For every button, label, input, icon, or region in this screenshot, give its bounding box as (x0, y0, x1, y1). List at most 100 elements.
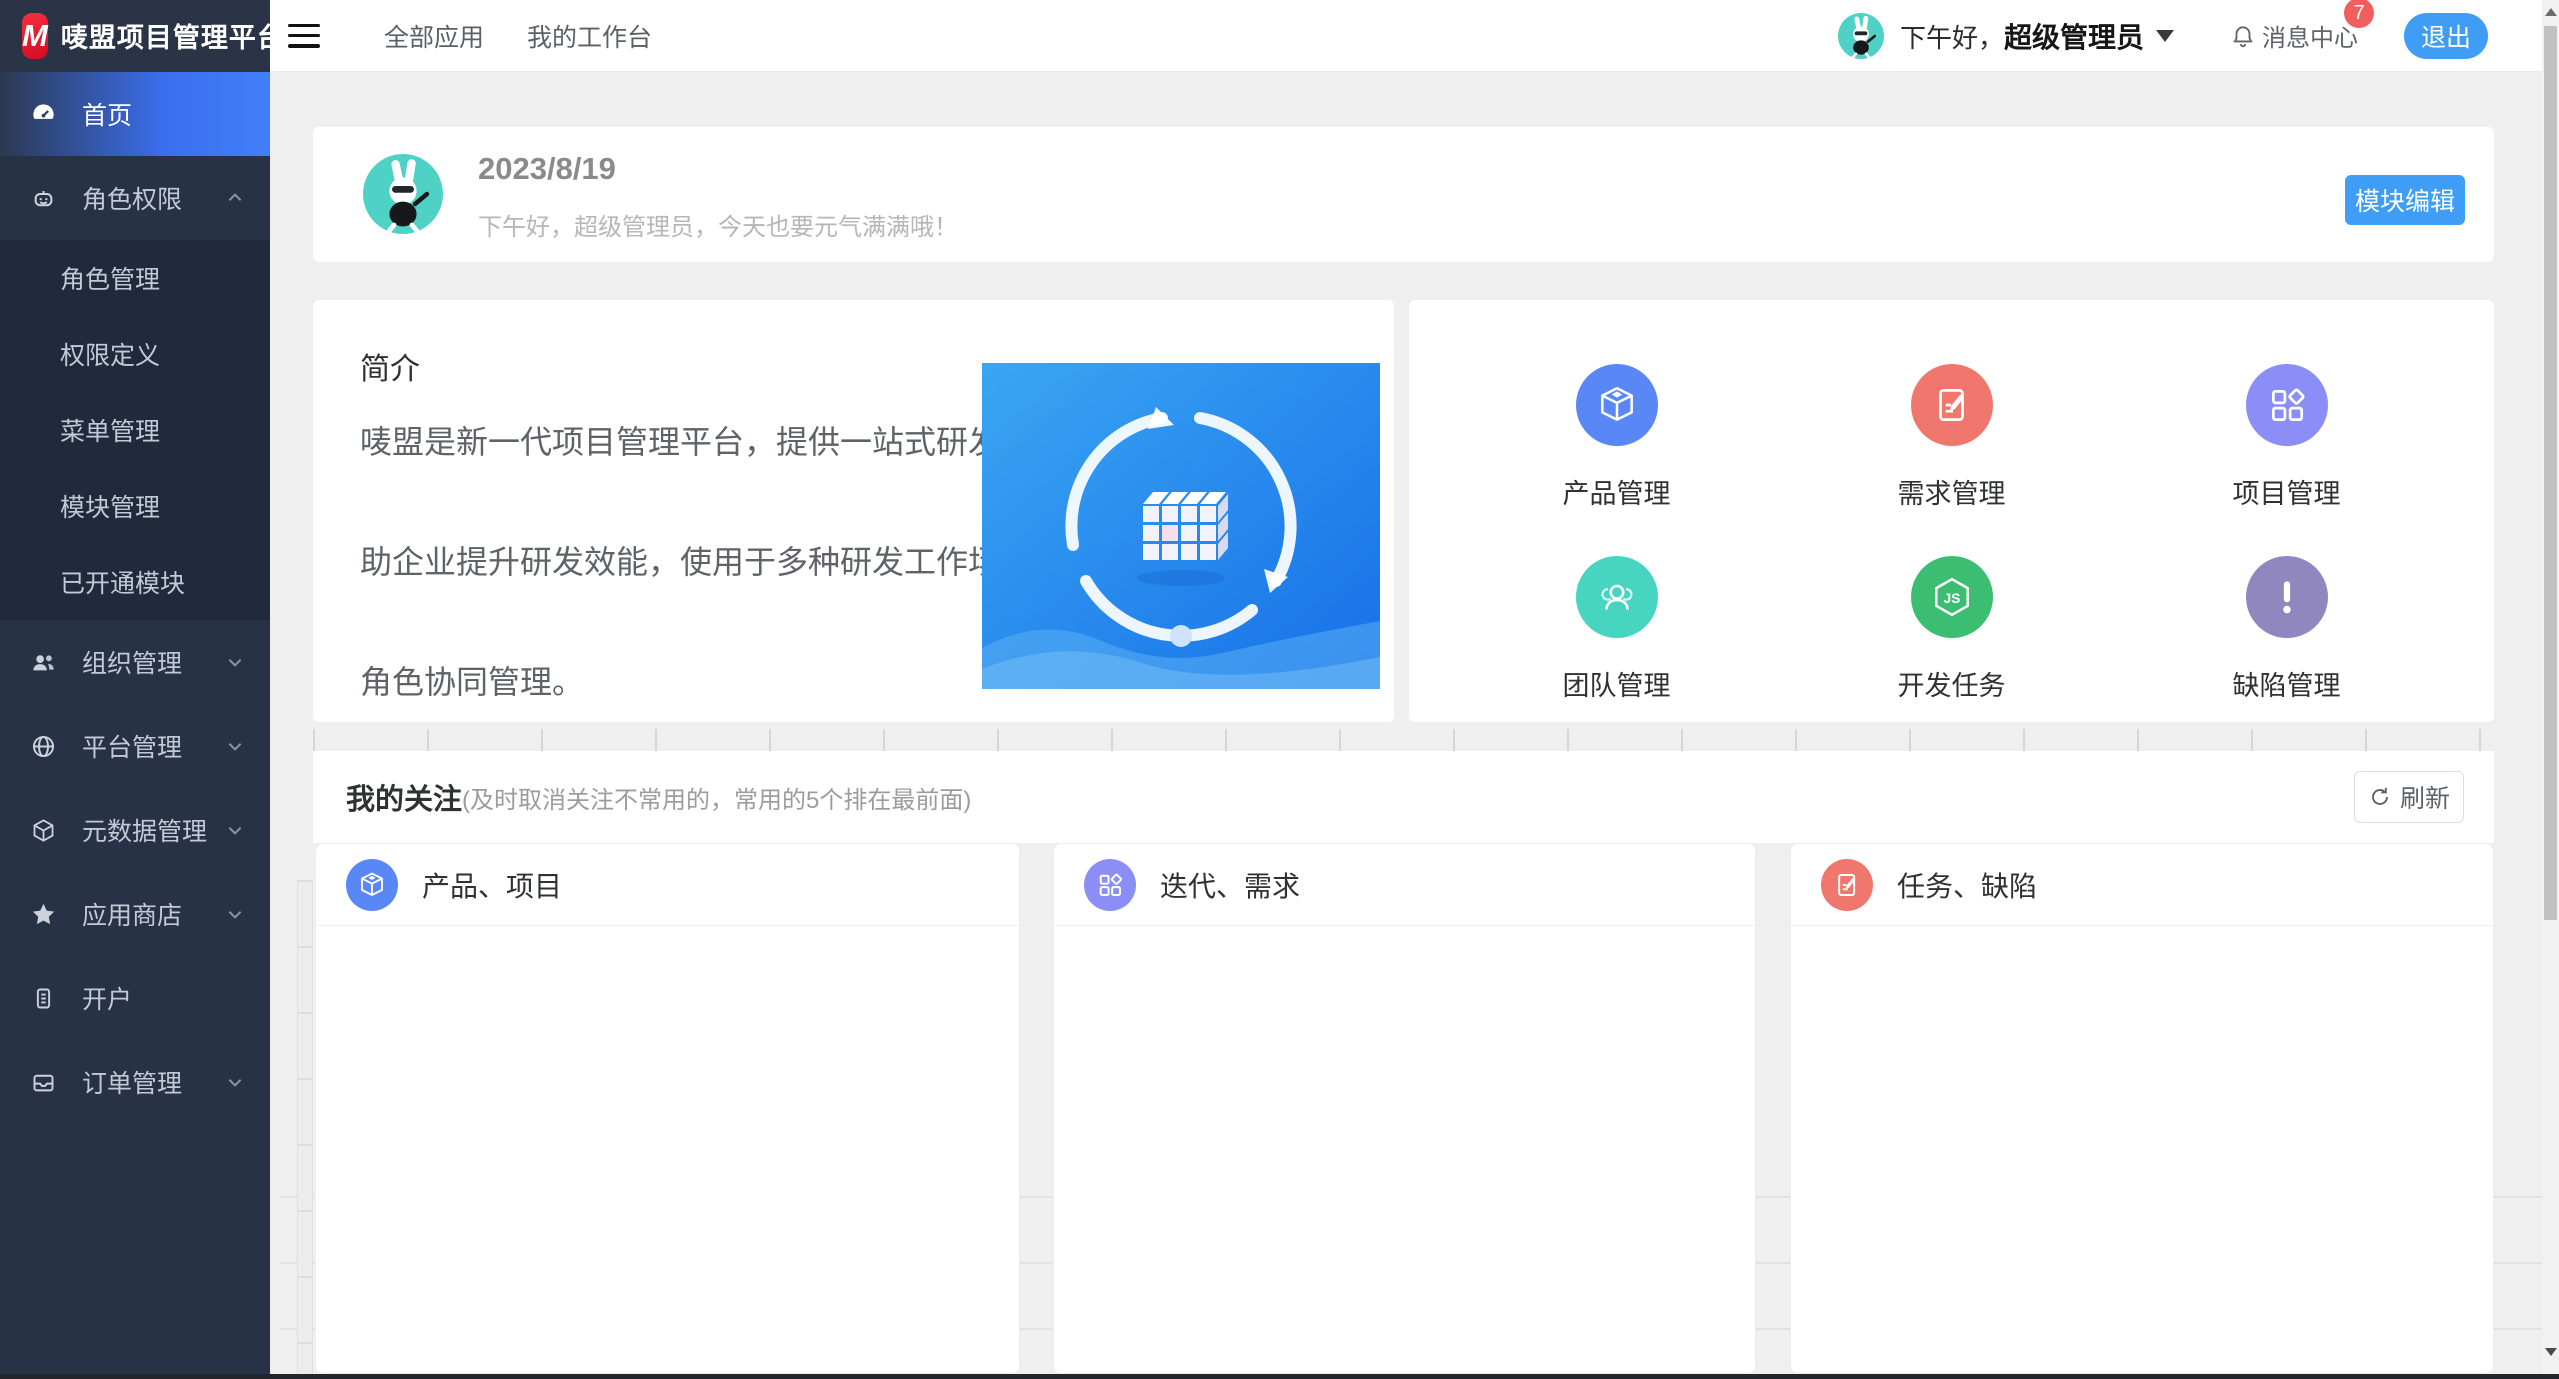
product-cube-icon (357, 870, 387, 900)
exclamation-icon (2265, 575, 2309, 619)
sidebar-item-home[interactable]: 首页 (0, 72, 270, 156)
sidebar-subitem-menu-management[interactable]: 菜单管理 (0, 392, 270, 468)
sidebar-label: 元数据管理 (82, 812, 207, 848)
sidebar-item-platform[interactable]: 平台管理 (0, 704, 270, 788)
vertical-scrollbar[interactable] (2542, 0, 2559, 1374)
username: 超级管理员 (2004, 22, 2144, 53)
sidebar-item-metadata[interactable]: 元数据管理 (0, 788, 270, 872)
sidebar-subitem-opened-modules[interactable]: 已开通模块 (0, 544, 270, 620)
sidebar: 首页 角色权限 角色管理 权限定义 菜单管理 模块管理 已开通模块 组织管理 (0, 72, 270, 1374)
module-project-management[interactable]: 项目管理 (2233, 364, 2341, 530)
intro-illustration (982, 363, 1380, 689)
ledger-icon (30, 985, 57, 1012)
menu-toggle-icon[interactable] (288, 24, 320, 48)
edit-doc-icon (1832, 870, 1862, 900)
sidebar-item-role-permissions[interactable]: 角色权限 (0, 156, 270, 240)
follow-card-iterations-requirements[interactable]: 迭代、需求 (1053, 843, 1756, 1374)
follow-card-title: 任务、缺陷 (1897, 865, 2037, 905)
refresh-label: 刷新 (2400, 779, 2450, 815)
background-grid-strip (297, 880, 313, 1374)
module-label: 产品管理 (1563, 472, 1671, 511)
user-avatar[interactable] (1838, 13, 1884, 59)
welcome-message: 下午好，超级管理员，今天也要元气满满哦！ (478, 207, 958, 242)
intro-card: 简介 唛盟是新一代项目管理平台，提供一站式研发协作工具，帮助企业提升研发效能，使… (313, 300, 1394, 722)
grid-icon (2265, 383, 2309, 427)
module-label: 团队管理 (1563, 664, 1671, 703)
refresh-icon (2368, 785, 2392, 809)
app-title: 唛盟项目管理平台 (61, 16, 285, 55)
svg-text:JS: JS (1943, 591, 1960, 606)
message-center-button[interactable]: 消息中心 7 (2230, 18, 2358, 53)
refresh-button[interactable]: 刷新 (2354, 771, 2464, 823)
app-logo-icon: M (22, 13, 48, 59)
chevron-down-icon (226, 905, 244, 923)
follow-card-header: 迭代、需求 (1054, 844, 1755, 926)
globe-icon (30, 733, 57, 760)
follow-card-header: 任务、缺陷 (1791, 844, 2493, 926)
sidebar-subitem-module-management[interactable]: 模块管理 (0, 468, 270, 544)
users-icon (30, 649, 57, 676)
module-defect-management[interactable]: 缺陷管理 (2233, 556, 2341, 722)
star-icon (30, 901, 57, 928)
cube-icon (30, 817, 57, 844)
follow-card-title: 迭代、需求 (1160, 865, 1300, 905)
welcome-card: 2023/8/19 下午好，超级管理员，今天也要元气满满哦！ 模块编辑 (313, 127, 2494, 262)
sidebar-item-open-account[interactable]: 开户 (0, 956, 270, 1040)
modules-card: 产品管理 需求管理 项目管理 (1409, 300, 2494, 722)
module-team-management[interactable]: 团队管理 (1563, 556, 1671, 722)
follow-section-header: 我的关注 (及时取消关注不常用的，常用的5个排在最前面) 刷新 (313, 751, 2494, 843)
follow-card-header: 产品、项目 (316, 844, 1019, 926)
scroll-up-arrow-icon[interactable] (2542, 2, 2559, 22)
sidebar-item-orders[interactable]: 订单管理 (0, 1040, 270, 1124)
logout-button[interactable]: 退出 (2404, 13, 2488, 59)
product-cube-icon (1595, 383, 1639, 427)
follow-card-tasks-defects[interactable]: 任务、缺陷 (1790, 843, 2494, 1374)
module-dev-tasks[interactable]: JS 开发任务 (1898, 556, 2006, 722)
sidebar-label: 首页 (82, 96, 132, 132)
module-label: 项目管理 (2233, 472, 2341, 511)
sidebar-item-app-store[interactable]: 应用商店 (0, 872, 270, 956)
grid-icon (1095, 870, 1125, 900)
module-label: 需求管理 (1898, 472, 2006, 511)
scrollbar-thumb[interactable] (2544, 26, 2557, 920)
greeting-prefix: 下午好， (1900, 23, 2004, 53)
user-greeting[interactable]: 下午好，超级管理员 (1900, 16, 2144, 56)
message-count-badge: 7 (2344, 0, 2374, 28)
sidebar-label: 平台管理 (82, 728, 182, 764)
dashboard-icon (30, 101, 57, 128)
module-requirement-management[interactable]: 需求管理 (1898, 364, 2006, 530)
sidebar-label: 订单管理 (82, 1064, 182, 1100)
scroll-down-arrow-icon[interactable] (2542, 1342, 2559, 1362)
header-right: 下午好，超级管理员 消息中心 7 退出 (1838, 13, 2542, 59)
nav-all-apps[interactable]: 全部应用 (384, 18, 484, 54)
user-dropdown-icon[interactable] (2156, 30, 2174, 42)
robot-icon (30, 185, 57, 212)
module-product-management[interactable]: 产品管理 (1563, 364, 1671, 530)
chevron-down-icon (226, 821, 244, 839)
inbox-icon (30, 1069, 57, 1096)
sidebar-subitem-role-management[interactable]: 角色管理 (0, 240, 270, 316)
chevron-down-icon (226, 737, 244, 755)
module-edit-button[interactable]: 模块编辑 (2345, 175, 2465, 225)
team-icon (1595, 575, 1639, 619)
sidebar-label: 角色权限 (82, 180, 182, 216)
follow-subtitle: (及时取消关注不常用的，常用的5个排在最前面) (462, 780, 971, 815)
follow-title: 我的关注 (346, 776, 462, 818)
role-permissions-submenu: 角色管理 权限定义 菜单管理 模块管理 已开通模块 (0, 240, 270, 620)
sidebar-subitem-permission-definition[interactable]: 权限定义 (0, 316, 270, 392)
chevron-down-icon (226, 1073, 244, 1091)
top-header: M 唛盟项目管理平台 全部应用 我的工作台 下午好，超级管理员 (0, 0, 2542, 72)
nav-my-workbench[interactable]: 我的工作台 (527, 18, 652, 54)
sidebar-label: 开户 (82, 980, 132, 1016)
sidebar-label: 应用商店 (82, 896, 182, 932)
welcome-date: 2023/8/19 (478, 151, 616, 187)
message-center-label: 消息中心 (2262, 18, 2358, 53)
chevron-up-icon (226, 189, 244, 207)
sidebar-label: 组织管理 (82, 644, 182, 680)
follow-card-title: 产品、项目 (422, 865, 562, 905)
sidebar-item-organization[interactable]: 组织管理 (0, 620, 270, 704)
follow-card-products-projects[interactable]: 产品、项目 (315, 843, 1020, 1374)
app-root: M 唛盟项目管理平台 全部应用 我的工作台 下午好，超级管理员 (0, 0, 2559, 1379)
module-label: 缺陷管理 (2233, 664, 2341, 703)
module-label: 开发任务 (1898, 664, 2006, 703)
